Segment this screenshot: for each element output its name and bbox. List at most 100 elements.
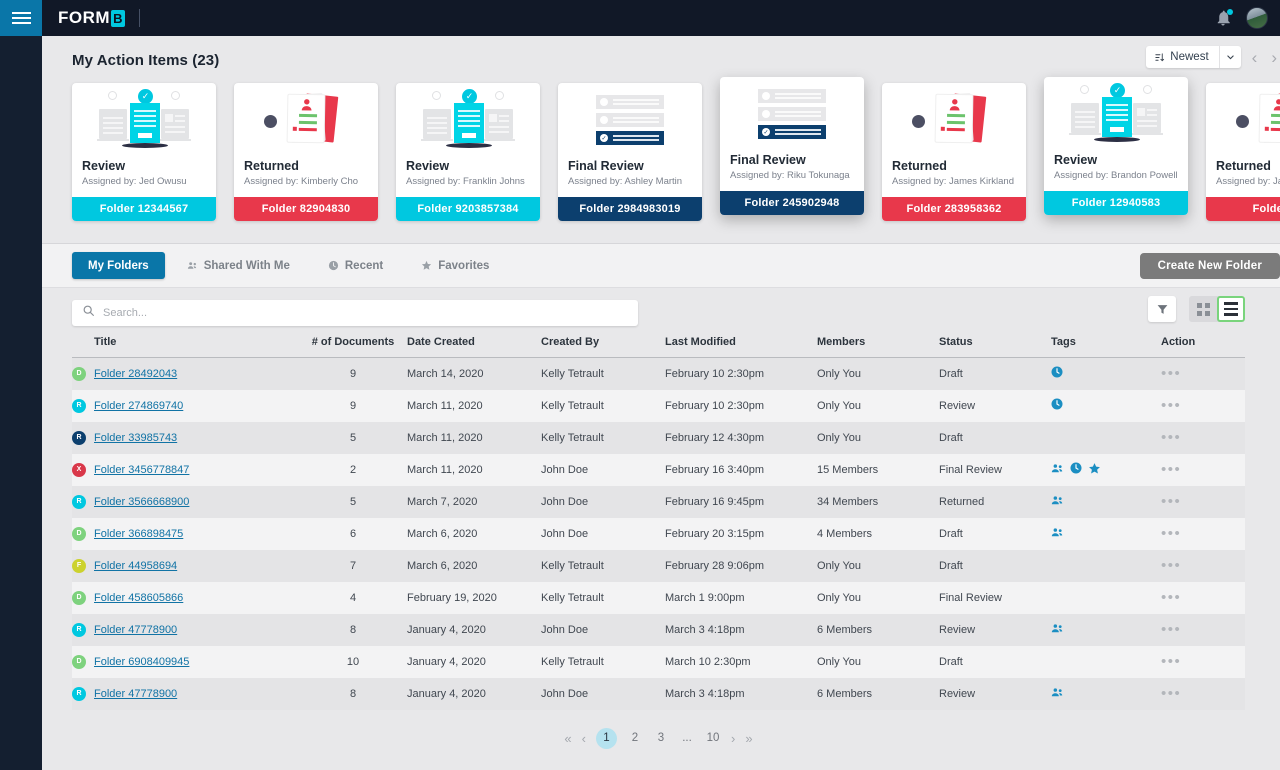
- table-row[interactable]: R Folder 47778900 8 January 4, 2020 John…: [72, 677, 1245, 710]
- search-box[interactable]: [72, 300, 638, 326]
- sort-dropdown[interactable]: Newest: [1146, 46, 1241, 68]
- action-item-card[interactable]: Returned Assigned by: Kimberly Cho Folde…: [234, 83, 378, 221]
- card-folder-label[interactable]: Folder 12940583: [1044, 191, 1188, 215]
- recent-tag-icon[interactable]: [1051, 366, 1063, 381]
- column-header[interactable]: # of Documents: [299, 330, 407, 358]
- row-actions-menu-icon[interactable]: •••: [1161, 429, 1181, 446]
- table-row[interactable]: D Folder 28492043 9 March 14, 2020 Kelly…: [72, 357, 1245, 390]
- row-actions-menu-icon[interactable]: •••: [1161, 493, 1181, 510]
- card-folder-label[interactable]: Folder 77: [1206, 197, 1280, 221]
- action-item-card[interactable]: Returned Assigned by: Ja Folder 77: [1206, 83, 1280, 221]
- pagination-page-10[interactable]: 10: [705, 732, 721, 744]
- action-item-card[interactable]: ✓ Review Assigned by: Franklin Johns Fol…: [396, 83, 540, 221]
- folder-link[interactable]: Folder 458605866: [94, 592, 183, 604]
- column-header[interactable]: Tags: [1051, 330, 1161, 358]
- card-folder-label[interactable]: Folder 82904830: [234, 197, 378, 221]
- table-row[interactable]: D Folder 6908409945 10 January 4, 2020 K…: [72, 645, 1245, 678]
- carousel-next-button[interactable]: ›: [1268, 49, 1280, 66]
- carousel-prev-button[interactable]: ‹: [1249, 49, 1261, 66]
- folder-link[interactable]: Folder 44958694: [94, 560, 177, 572]
- table-row[interactable]: X Folder 3456778847 2 March 11, 2020 Joh…: [72, 453, 1245, 486]
- column-header[interactable]: Members: [817, 330, 939, 358]
- members-tag-icon[interactable]: [1051, 622, 1064, 638]
- folder-link[interactable]: Folder 366898475: [94, 528, 183, 540]
- members-tag-icon[interactable]: [1051, 462, 1064, 478]
- table-row[interactable]: R Folder 3566668900 5 March 7, 2020 John…: [72, 485, 1245, 518]
- folder-link[interactable]: Folder 3456778847: [94, 464, 189, 476]
- card-folder-label[interactable]: Folder 9203857384: [396, 197, 540, 221]
- card-status-label: Returned: [1216, 159, 1271, 173]
- row-actions-menu-icon[interactable]: •••: [1161, 621, 1181, 638]
- card-status-label: Final Review: [568, 159, 644, 173]
- action-item-card[interactable]: ✓ Final Review Assigned by: Ashley Marti…: [558, 83, 702, 221]
- folder-link[interactable]: Folder 3566668900: [94, 496, 189, 508]
- card-folder-label[interactable]: Folder 2984983019: [558, 197, 702, 221]
- review-illustration-icon: ✓: [420, 89, 516, 151]
- recent-tag-icon[interactable]: [1051, 398, 1063, 413]
- tab-recent[interactable]: Recent: [312, 252, 399, 279]
- table-row[interactable]: F Folder 44958694 7 March 6, 2020 Kelly …: [72, 549, 1245, 582]
- pagination-page-2[interactable]: 2: [627, 732, 643, 744]
- table-row[interactable]: D Folder 458605866 4 February 19, 2020 K…: [72, 581, 1245, 614]
- action-item-card[interactable]: ✓ Review Assigned by: Jed Owusu Folder 1…: [72, 83, 216, 221]
- create-new-folder-button[interactable]: Create New Folder: [1139, 253, 1280, 279]
- folder-link[interactable]: Folder 28492043: [94, 368, 177, 380]
- members-tag-icon[interactable]: [1051, 494, 1064, 510]
- pagination-prev-button[interactable]: ‹: [582, 731, 586, 746]
- table-row[interactable]: R Folder 274869740 9 March 11, 2020 Kell…: [72, 389, 1245, 422]
- row-actions-menu-icon[interactable]: •••: [1161, 557, 1181, 574]
- hamburger-menu-icon[interactable]: [0, 0, 42, 36]
- recent-tag-icon[interactable]: [1070, 462, 1082, 477]
- table-row[interactable]: D Folder 366898475 6 March 6, 2020 John …: [72, 517, 1245, 550]
- row-actions-menu-icon[interactable]: •••: [1161, 589, 1181, 606]
- user-avatar[interactable]: [1246, 7, 1268, 29]
- folder-link[interactable]: Folder 47778900: [94, 624, 177, 636]
- column-header[interactable]: Action: [1161, 330, 1245, 358]
- pagination-page-1[interactable]: 1: [596, 727, 617, 749]
- card-assigned-label: Assigned by: Riku Tokunaga: [730, 170, 850, 181]
- grid-view-icon[interactable]: [1189, 296, 1217, 322]
- cell-title: R Folder 33985743: [72, 422, 299, 454]
- column-header[interactable]: Date Created: [407, 330, 541, 358]
- list-view-icon[interactable]: [1217, 296, 1245, 322]
- tab-my-folders[interactable]: My Folders: [72, 252, 165, 279]
- filter-icon[interactable]: [1148, 296, 1176, 322]
- table-row[interactable]: R Folder 33985743 5 March 11, 2020 Kelly…: [72, 421, 1245, 454]
- card-status-label: Final Review: [730, 153, 806, 167]
- row-actions-menu-icon[interactable]: •••: [1161, 461, 1181, 478]
- action-item-card[interactable]: Returned Assigned by: James Kirkland Fol…: [882, 83, 1026, 221]
- tab-favorites[interactable]: Favorites: [405, 252, 505, 279]
- folder-link[interactable]: Folder 33985743: [94, 432, 177, 444]
- action-item-card[interactable]: ✓ Final Review Assigned by: Riku Tokunag…: [720, 77, 864, 215]
- notification-bell-icon[interactable]: [1214, 9, 1233, 27]
- row-actions-menu-icon[interactable]: •••: [1161, 397, 1181, 414]
- folder-link[interactable]: Folder 6908409945: [94, 656, 189, 668]
- members-tag-icon[interactable]: [1051, 686, 1064, 702]
- card-status-label: Review: [82, 159, 126, 173]
- column-header[interactable]: Status: [939, 330, 1051, 358]
- card-folder-label[interactable]: Folder 12344567: [72, 197, 216, 221]
- pagination-first-button[interactable]: «: [564, 731, 571, 746]
- row-actions-menu-icon[interactable]: •••: [1161, 685, 1181, 702]
- cell-title: R Folder 274869740: [72, 390, 299, 422]
- folder-link[interactable]: Folder 47778900: [94, 688, 177, 700]
- column-header[interactable]: Last Modified: [665, 330, 817, 358]
- row-actions-menu-icon[interactable]: •••: [1161, 653, 1181, 670]
- cell-date-created: March 11, 2020: [407, 463, 483, 476]
- card-folder-label[interactable]: Folder 245902948: [720, 191, 864, 215]
- members-tag-icon[interactable]: [1051, 526, 1064, 542]
- folder-link[interactable]: Folder 274869740: [94, 400, 183, 412]
- tab-shared-with-me[interactable]: Shared With Me: [171, 252, 306, 279]
- row-actions-menu-icon[interactable]: •••: [1161, 365, 1181, 382]
- pagination-page-3[interactable]: 3: [653, 732, 669, 744]
- search-input[interactable]: [103, 307, 628, 319]
- row-actions-menu-icon[interactable]: •••: [1161, 525, 1181, 542]
- pagination-last-button[interactable]: »: [745, 731, 752, 746]
- action-item-card[interactable]: ✓ Review Assigned by: Brandon Powell Fol…: [1044, 77, 1188, 215]
- card-folder-label[interactable]: Folder 283958362: [882, 197, 1026, 221]
- table-row[interactable]: R Folder 47778900 8 January 4, 2020 John…: [72, 613, 1245, 646]
- favorite-tag-icon[interactable]: [1088, 462, 1101, 478]
- pagination-next-button[interactable]: ›: [731, 731, 735, 746]
- column-header[interactable]: Title: [72, 330, 299, 358]
- column-header[interactable]: Created By: [541, 330, 665, 358]
